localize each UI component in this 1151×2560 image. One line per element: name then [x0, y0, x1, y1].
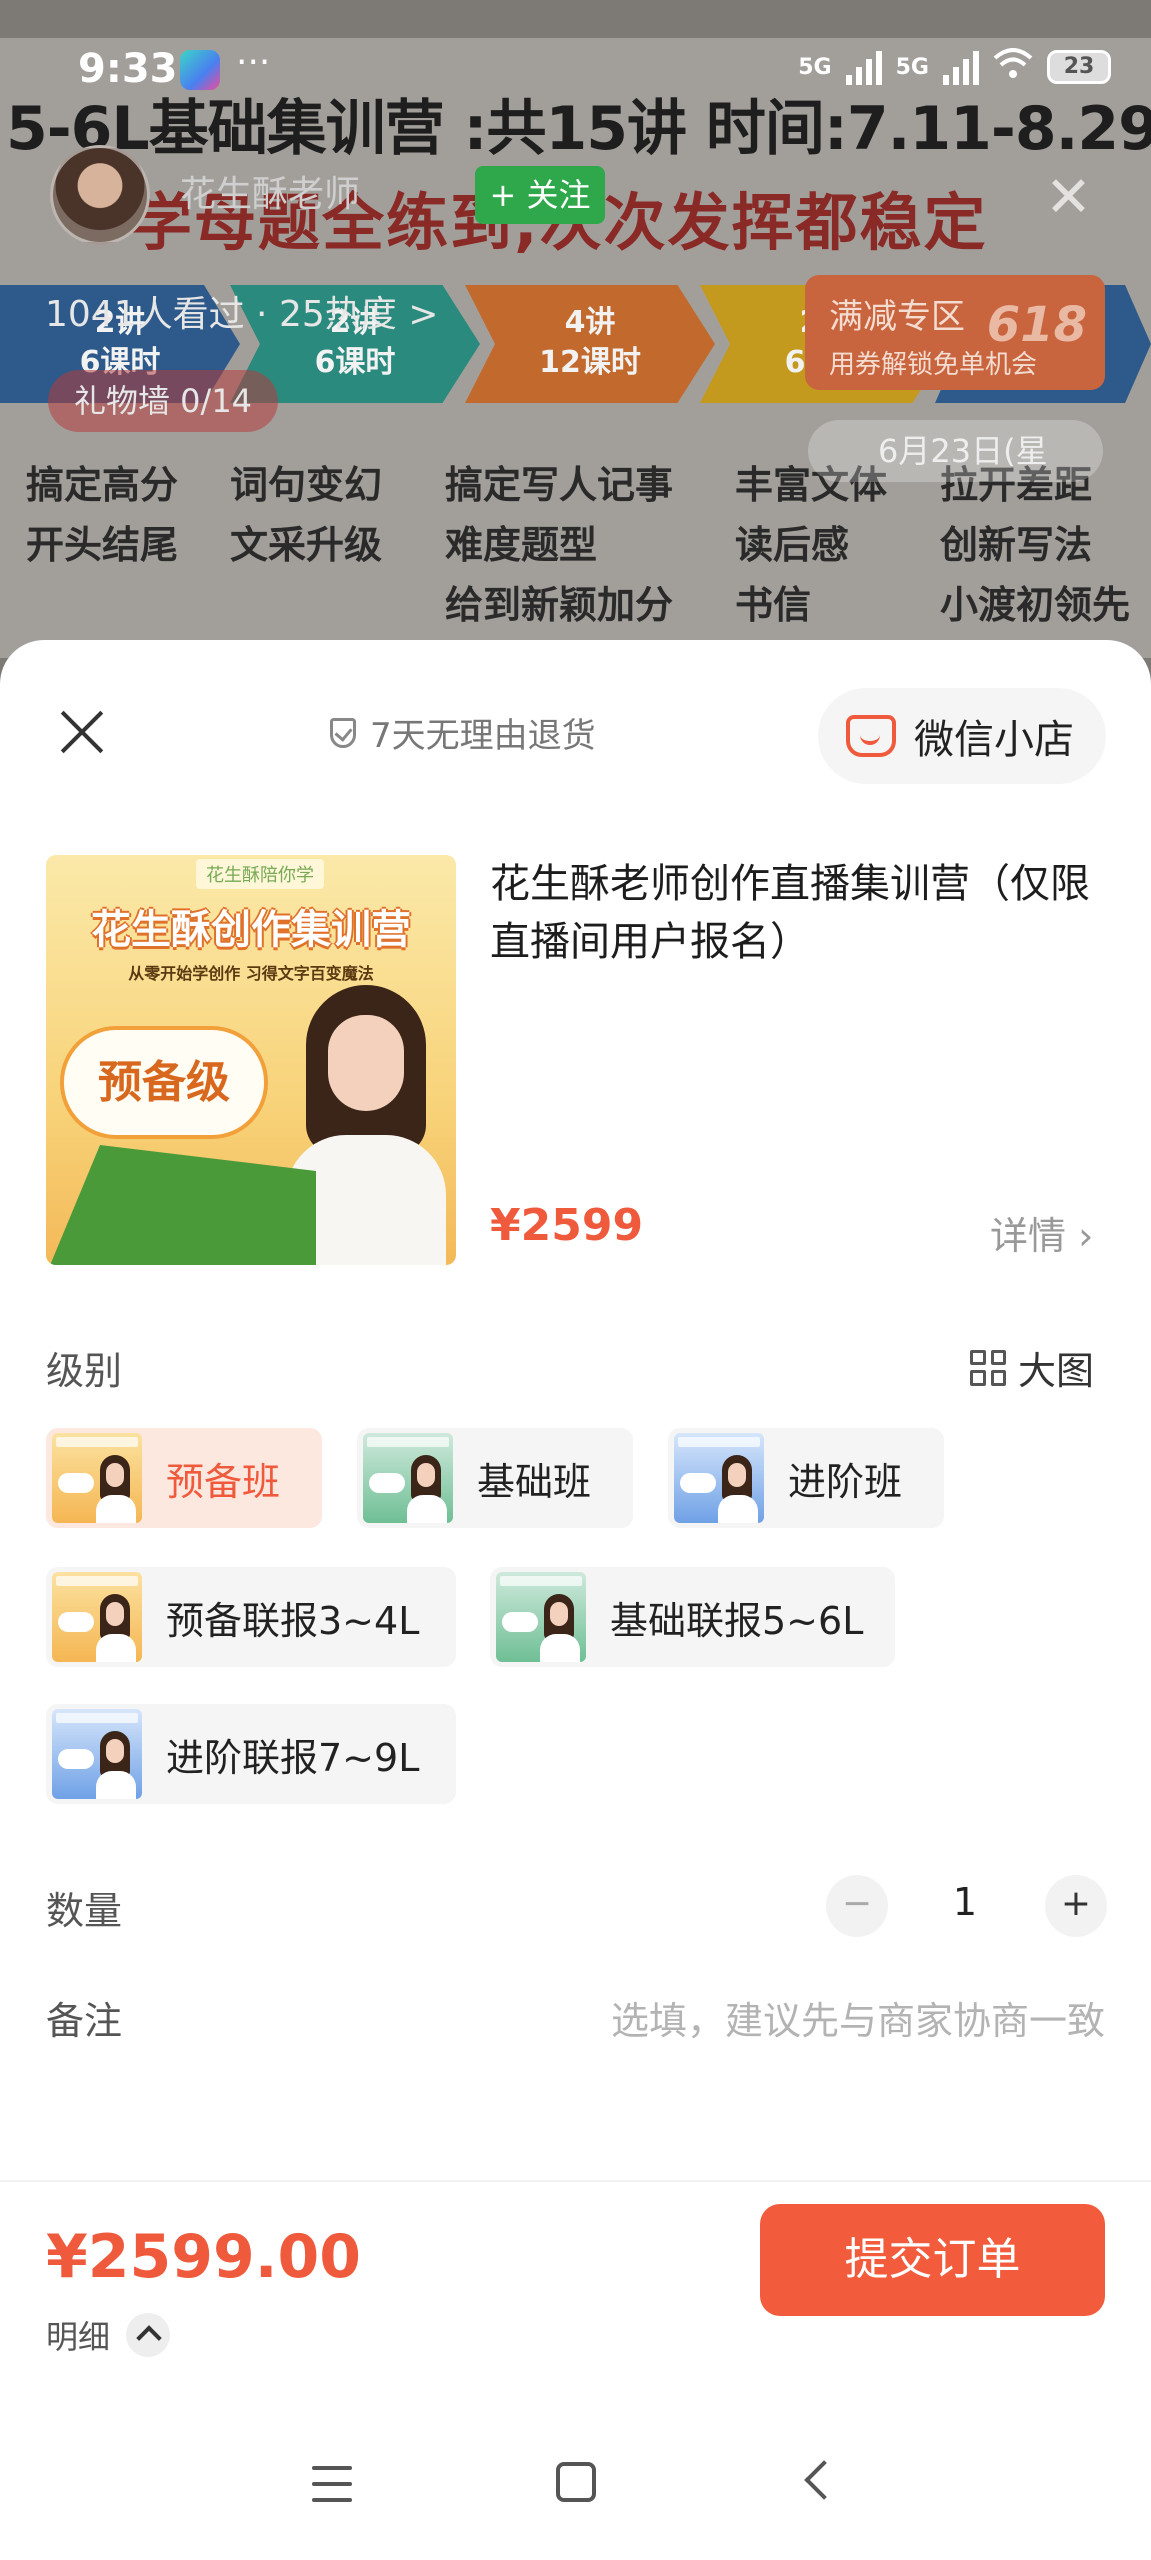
- note-input[interactable]: 选填，建议先与商家协商一致: [611, 1990, 1105, 2045]
- level-option-basic-bundle[interactable]: 基础联报5~6L: [490, 1567, 895, 1667]
- product-image[interactable]: 花生酥陪你学 花生酥创作集训营 从零开始学创作 习得文字百变魔法 预备级: [46, 855, 456, 1265]
- slide-topic-column: 词句变幻 文采升级: [230, 463, 383, 567]
- promo-618-logo: 618: [986, 297, 1087, 353]
- live-stream-background: 5-6L基础集训营 :共15讲 时间:7.11-8.29 学母题全练到,次次发挥…: [0, 0, 1151, 700]
- level-option-prep-bundle[interactable]: 预备联报3~4L: [46, 1567, 456, 1667]
- app-notification-icon: [180, 50, 220, 90]
- slide-topic-column: 拉开差距 创新写法 小渡初领先: [940, 463, 1131, 627]
- note-label: 备注: [46, 1999, 123, 2043]
- product-title: 花生酥老师创作直播集训营（仅限直播间用户报名）: [490, 861, 1090, 965]
- battery-icon: 23: [1047, 50, 1111, 84]
- status-indicators: 5G 5G 23: [798, 48, 1111, 86]
- total-price: ¥2599.00: [46, 2222, 362, 2292]
- gift-wall-button[interactable]: 礼物墙 0/14: [48, 370, 279, 432]
- level-option-advanced[interactable]: 进阶班: [668, 1428, 944, 1528]
- network-5g-label: 5G: [895, 54, 929, 80]
- system-navigation-bar: [0, 2430, 1151, 2560]
- schedule-date-chip[interactable]: 6月23日(星: [808, 420, 1103, 482]
- viewer-count[interactable]: 1041人看过 · 25热度 >: [45, 285, 438, 337]
- order-bottom-sheet: 7天无理由退货 微信小店 花生酥陪你学 花生酥创作集训营 从零开始学创作 习得文…: [0, 640, 1151, 2560]
- product-image-badge: 花生酥陪你学: [196, 859, 324, 889]
- level-option-advanced-bundle[interactable]: 进阶联报7~9L: [46, 1704, 456, 1804]
- option-label: 进阶联报7~9L: [166, 1735, 420, 1780]
- chevron-right-icon: ›: [1066, 1214, 1094, 1258]
- quantity-value[interactable]: 1: [940, 1880, 990, 1924]
- slide-topic-column: 丰富文体 读后感 书信: [735, 463, 888, 627]
- slide-topic-column: 搞定高分 开头结尾: [26, 463, 179, 567]
- status-bar: 9:33 ··· 5G 5G 23: [0, 40, 1151, 100]
- level-option-prep[interactable]: 预备班: [46, 1428, 322, 1528]
- guarantee-label: 7天无理由退货: [370, 716, 596, 756]
- details-label: 详情: [990, 1214, 1067, 1258]
- option-thumbnail: [674, 1433, 764, 1523]
- large-image-toggle[interactable]: 大图: [970, 1340, 1094, 1395]
- return-guarantee: 7天无理由退货: [330, 708, 596, 757]
- level-option-basic[interactable]: 基础班: [357, 1428, 633, 1528]
- breakdown-label: 明细: [46, 2318, 111, 2356]
- price-breakdown-toggle[interactable]: 明细: [46, 2312, 171, 2358]
- option-label: 进阶班: [788, 1459, 903, 1504]
- order-footer: ¥2599.00 明细 提交订单: [0, 2180, 1151, 2390]
- grid-icon: [970, 1349, 1006, 1386]
- option-label: 基础班: [477, 1459, 592, 1504]
- streamer-avatar[interactable]: [50, 145, 150, 245]
- slide-topic-column: 搞定写人记事 难度题型 给到新颖加分: [445, 463, 674, 627]
- close-icon[interactable]: [52, 702, 112, 762]
- network-5g-label: 5G: [798, 54, 832, 80]
- schedule-arrow: 4讲 12课时: [465, 285, 715, 403]
- details-link[interactable]: 详情 ›: [990, 1205, 1093, 1260]
- quantity-label: 数量: [46, 1889, 123, 1933]
- signal-icon: [845, 49, 882, 85]
- product-price: ¥2599: [490, 1200, 644, 1251]
- option-thumbnail: [52, 1709, 142, 1799]
- streamer-name[interactable]: 花生酥老师: [180, 165, 360, 217]
- option-thumbnail: [363, 1433, 453, 1523]
- option-thumbnail: [52, 1433, 142, 1523]
- home-icon[interactable]: [556, 2462, 596, 2502]
- option-label: 预备班: [166, 1459, 281, 1504]
- product-image-title: 花生酥创作集训营: [91, 907, 411, 953]
- signal-icon: [943, 49, 979, 85]
- large-image-label: 大图: [1018, 1349, 1095, 1393]
- quantity-decrease-button[interactable]: −: [826, 1875, 888, 1937]
- wifi-icon: [993, 48, 1033, 86]
- store-label: 微信小店: [914, 717, 1074, 763]
- promo-banner[interactable]: 满减专区 用券解锁免单机会 618: [805, 275, 1105, 390]
- option-thumbnail: [496, 1572, 586, 1662]
- wechat-store-button[interactable]: 微信小店: [818, 688, 1106, 784]
- back-icon[interactable]: [804, 2460, 844, 2500]
- product-image-subtitle: 从零开始学创作 习得文字百变魔法: [128, 964, 374, 983]
- store-icon: [846, 715, 896, 757]
- level-label: 级别: [46, 1349, 123, 1393]
- close-stream-icon[interactable]: ✕: [1045, 165, 1092, 230]
- tent-illustration: [46, 1145, 316, 1265]
- option-thumbnail: [52, 1572, 142, 1662]
- option-label: 基础联报5~6L: [610, 1598, 864, 1643]
- recent-apps-icon[interactable]: [312, 2466, 352, 2502]
- product-image-level: 预备级: [64, 1030, 264, 1135]
- shield-check-icon: [330, 717, 356, 748]
- follow-button[interactable]: + 关注: [475, 166, 605, 224]
- status-time: 9:33: [78, 46, 178, 92]
- more-notifications-icon: ···: [236, 42, 271, 83]
- submit-order-button[interactable]: 提交订单: [760, 2204, 1105, 2316]
- chevron-up-icon: [126, 2313, 171, 2357]
- option-label: 预备联报3~4L: [166, 1598, 420, 1643]
- quantity-increase-button[interactable]: +: [1045, 1875, 1107, 1937]
